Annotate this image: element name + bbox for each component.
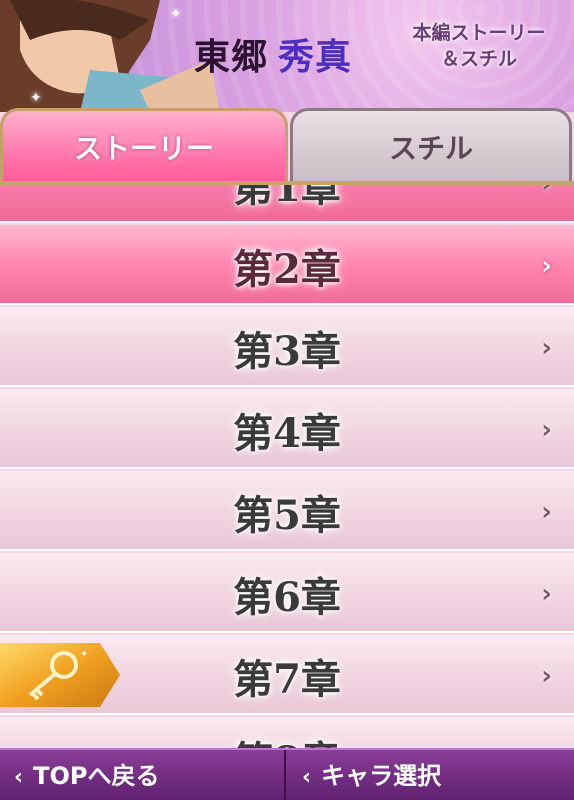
chapter-label: 第6章	[233, 574, 341, 621]
chevron-left-icon: ‹	[302, 765, 312, 790]
tab-still[interactable]: スチル	[290, 108, 572, 184]
header: ✦ ✦ 東郷 秀真 本編ストーリー ＆スチル	[0, 0, 574, 112]
bottom-nav: ‹ TOPへ戻る ‹ キャラ選択	[0, 748, 574, 800]
tab-story[interactable]: ストーリー	[0, 108, 288, 184]
chevron-right-icon: ›	[541, 661, 552, 691]
chevron-right-icon: ›	[541, 251, 552, 281]
chapter-list: 第1章 › 第2章 › 第3章 › 第4章 › 第5章 › 第6章 ›	[0, 185, 574, 748]
tab-bar: ストーリー スチル	[0, 108, 574, 188]
chevron-right-icon: ›	[541, 415, 552, 445]
chapter-row-6[interactable]: 第6章 ›	[0, 553, 574, 633]
chapter-row-3[interactable]: 第3章 ›	[0, 307, 574, 387]
name-family: 東郷	[194, 36, 269, 78]
subtitle-line1: 本編ストーリー	[412, 22, 546, 44]
chapter-label: 第1章	[233, 185, 341, 211]
subtitle-line2: ＆スチル	[440, 48, 517, 70]
header-subtitle: 本編ストーリー ＆スチル	[394, 20, 564, 72]
chapter-label: 第2章	[233, 246, 341, 293]
chapter-label: 第5章	[233, 492, 341, 539]
chapter-row-5[interactable]: 第5章 ›	[0, 471, 574, 551]
chapter-row-2[interactable]: 第2章 ›	[0, 225, 574, 305]
sparkle-icon: ✦	[170, 6, 182, 22]
character-name: 東郷 秀真	[194, 28, 352, 80]
character-select-label: キャラ選択	[321, 762, 442, 790]
chapter-row-1[interactable]: 第1章 ›	[0, 185, 574, 223]
chapter-row-4[interactable]: 第4章 ›	[0, 389, 574, 469]
chapter-label: 第3章	[233, 328, 341, 375]
app-root: ✦ ✦ 東郷秀真 本編ストーリー ＆スチル ストーリー スチル 第1章 › 第2…	[0, 0, 574, 800]
chevron-right-icon: ›	[541, 185, 552, 199]
chevron-right-icon: ›	[541, 497, 552, 527]
back-to-top-button[interactable]: ‹ TOPへ戻る	[0, 750, 286, 800]
chapter-label: 第7章	[233, 656, 341, 703]
chapter-row-7[interactable]: ✦ 第7章 ›	[0, 635, 574, 715]
chevron-right-icon: ›	[541, 333, 552, 363]
back-to-top-label: TOPへ戻る	[33, 762, 160, 790]
chapter-row-8[interactable]: 第8章 ›	[0, 717, 574, 748]
chapter-label: 第4章	[233, 410, 341, 457]
name-given: 秀真	[278, 36, 353, 78]
chevron-right-icon: ›	[541, 579, 552, 609]
chapter-label: 第8章	[0, 729, 574, 748]
chevron-left-icon: ‹	[14, 765, 24, 790]
character-select-button[interactable]: ‹ キャラ選択	[288, 750, 574, 800]
sparkle-icon: ✦	[30, 90, 42, 106]
